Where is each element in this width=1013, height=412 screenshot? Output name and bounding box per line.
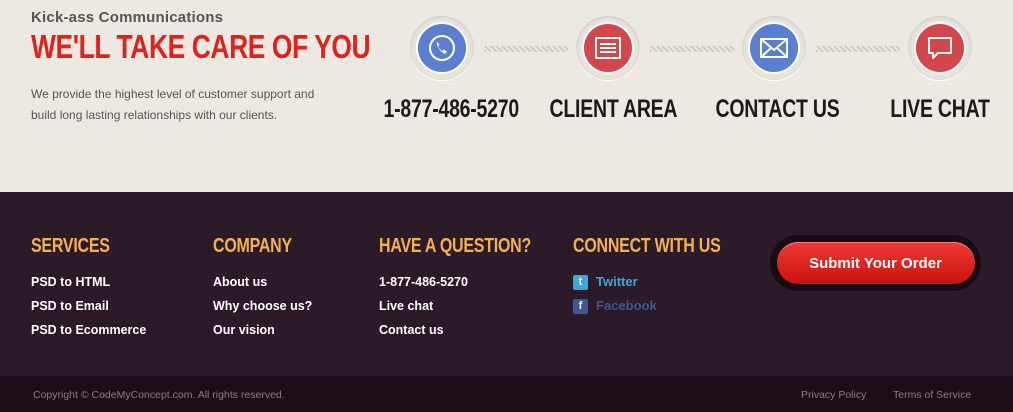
contact-contact-us[interactable]: CONTACT US [699, 16, 849, 124]
footer-link[interactable]: About us [213, 270, 312, 294]
twitter-label[interactable]: Twitter [596, 270, 638, 294]
icon-ring [908, 16, 972, 80]
question-title: HAVE A QUESTION? [379, 235, 532, 257]
contact-us-label[interactable]: CONTACT US [716, 95, 840, 124]
copyright-text: Copyright © CodeMyConcept.com. All right… [33, 389, 285, 401]
footer-company: COMPANY About us Why choose us? Our visi… [213, 235, 312, 342]
banner-headline: WE'LL TAKE CARE OF YOU [31, 28, 371, 65]
envelope-icon [748, 22, 800, 74]
footer-link[interactable]: Our vision [213, 318, 312, 342]
footer-link[interactable]: Contact us [379, 318, 569, 342]
contact-live-chat[interactable]: LIVE CHAT [865, 16, 1013, 124]
footer-services: SERVICES PSD to HTML PSD to Email PSD to… [31, 235, 146, 342]
live-chat-label[interactable]: LIVE CHAT [882, 95, 999, 124]
site-footer: SERVICES PSD to HTML PSD to Email PSD to… [0, 192, 1013, 376]
contact-phone[interactable]: 1-877-486-5270 [367, 16, 520, 124]
submit-order-button[interactable]: Submit Your Order [776, 242, 975, 284]
footer-connect: CONNECT WITH US t Twitter f Facebook [573, 235, 757, 318]
privacy-policy-link[interactable]: Privacy Policy [801, 389, 866, 401]
twitter-icon: t [573, 274, 588, 290]
facebook-link[interactable]: f Facebook [573, 294, 757, 318]
banner-kicker: Kick-ass Communications [31, 9, 224, 26]
support-banner: Kick-ass Communications WE'LL TAKE CARE … [0, 0, 1013, 192]
footer-link[interactable]: PSD to Ecommerce [31, 318, 146, 342]
phone-icon [416, 22, 468, 74]
twitter-link[interactable]: t Twitter [573, 270, 757, 294]
order-button-frame: Submit Your Order [770, 235, 981, 291]
footer-link[interactable]: Why choose us? [213, 294, 312, 318]
footer-link[interactable]: 1-877-486-5270 [379, 270, 569, 294]
bottom-bar: Copyright © CodeMyConcept.com. All right… [0, 376, 1013, 412]
footer-link[interactable]: Live chat [379, 294, 569, 318]
icon-ring [576, 16, 640, 80]
phone-number[interactable]: 1-877-486-5270 [384, 95, 520, 124]
client-area-icon [582, 22, 634, 74]
client-area-label[interactable]: CLIENT AREA [550, 95, 678, 124]
contact-client-area[interactable]: CLIENT AREA [533, 16, 683, 124]
facebook-label[interactable]: Facebook [596, 294, 657, 318]
footer-link[interactable]: PSD to Email [31, 294, 146, 318]
banner-intro: We provide the highest level of customer… [31, 87, 315, 122]
footer-question: HAVE A QUESTION? 1-877-486-5270 Live cha… [379, 235, 569, 342]
icon-ring [742, 16, 806, 80]
footer-link[interactable]: PSD to HTML [31, 270, 146, 294]
facebook-icon: f [573, 298, 588, 314]
chat-bubble-icon [914, 22, 966, 74]
services-title: SERVICES [31, 235, 110, 257]
icon-ring [410, 16, 474, 80]
connect-title: CONNECT WITH US [573, 235, 721, 257]
terms-of-service-link[interactable]: Terms of Service [893, 389, 971, 401]
company-title: COMPANY [213, 235, 292, 257]
